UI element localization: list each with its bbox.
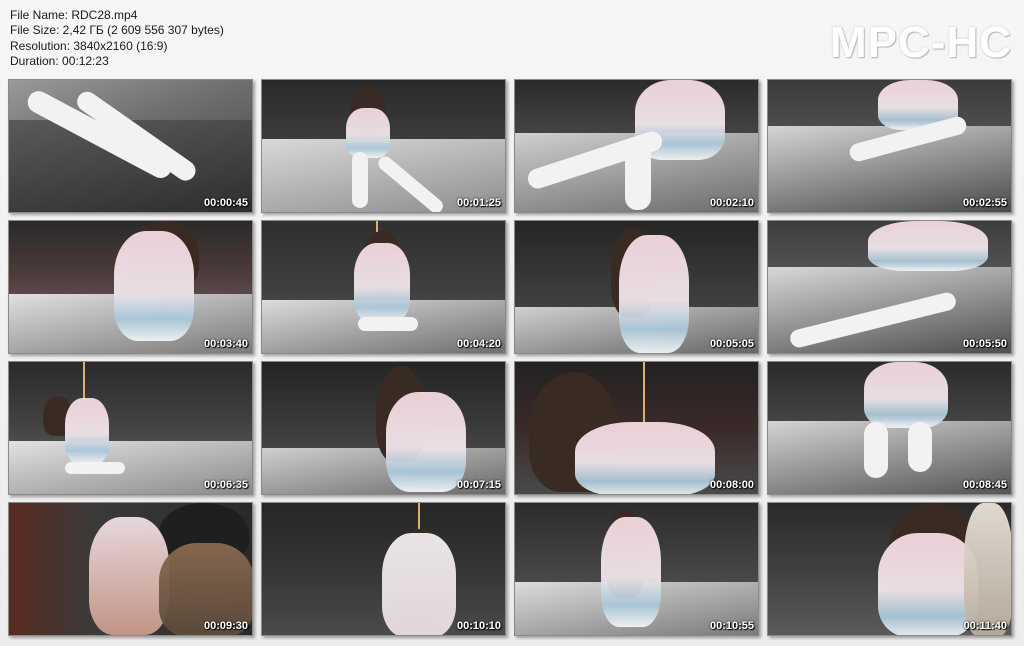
file-name: File Name: RDC28.mp4 bbox=[10, 8, 138, 22]
thumbnail-image bbox=[262, 362, 505, 494]
thumbnail[interactable]: 00:05:50 bbox=[767, 220, 1012, 354]
timestamp: 00:10:10 bbox=[456, 620, 501, 632]
thumbnail-image bbox=[515, 80, 758, 212]
thumbnail[interactable]: 00:03:40 bbox=[8, 220, 253, 354]
timestamp: 00:00:45 bbox=[203, 197, 248, 209]
thumbnail[interactable]: 00:05:05 bbox=[514, 220, 759, 354]
file-info: File Name: RDC28.mp4 File Size: 2,42 ГБ … bbox=[10, 8, 224, 70]
thumbnail[interactable]: 00:00:45 bbox=[8, 79, 253, 213]
thumbnail-grid: 00:00:45 00:01:25 00:02:10 00:02:55 00:0… bbox=[8, 79, 1012, 636]
timestamp: 00:08:45 bbox=[962, 479, 1007, 491]
thumbnail[interactable]: 00:07:15 bbox=[261, 361, 506, 495]
resolution: Resolution: 3840x2160 (16:9) bbox=[10, 38, 168, 53]
thumbnail[interactable]: 00:08:45 bbox=[767, 361, 1012, 495]
timestamp: 00:08:00 bbox=[709, 479, 754, 491]
timestamp: 00:04:20 bbox=[456, 338, 501, 350]
thumbnail-image bbox=[768, 362, 1011, 494]
thumbnail-image bbox=[515, 503, 758, 635]
thumbnail[interactable]: 00:10:10 bbox=[261, 502, 506, 636]
thumbnail-image bbox=[9, 221, 252, 353]
thumbnail[interactable]: 00:02:10 bbox=[514, 79, 759, 213]
timestamp: 00:05:50 bbox=[962, 338, 1007, 350]
timestamp: 00:10:55 bbox=[709, 620, 754, 632]
timestamp: 00:06:35 bbox=[203, 479, 248, 491]
timestamp: 00:02:55 bbox=[962, 197, 1007, 209]
thumbnail-image bbox=[9, 362, 252, 494]
timestamp: 00:11:40 bbox=[963, 620, 1007, 632]
thumbnail-image bbox=[768, 503, 1011, 635]
thumbnail-image bbox=[515, 362, 758, 494]
timestamp: 00:03:40 bbox=[203, 338, 248, 350]
thumbnail-image bbox=[9, 80, 252, 212]
timestamp: 00:01:25 bbox=[456, 197, 501, 209]
mpc-hc-logo: MPC-HC bbox=[830, 18, 1012, 67]
thumbnail-image bbox=[262, 503, 505, 635]
thumbnail-image bbox=[768, 80, 1011, 212]
thumbnail-image bbox=[262, 221, 505, 353]
timestamp: 00:02:10 bbox=[709, 197, 754, 209]
thumbnail[interactable]: 00:08:00 bbox=[514, 361, 759, 495]
file-size: File Size: 2,42 ГБ (2 609 556 307 bytes) bbox=[10, 23, 224, 38]
thumbnail[interactable]: 00:11:40 bbox=[767, 502, 1012, 636]
thumbnail[interactable]: 00:01:25 bbox=[261, 79, 506, 213]
thumbnail-image bbox=[9, 503, 252, 635]
thumbnail[interactable]: 00:06:35 bbox=[8, 361, 253, 495]
timestamp: 00:05:05 bbox=[709, 338, 754, 350]
thumbnail-image bbox=[515, 221, 758, 353]
thumbnail[interactable]: 00:04:20 bbox=[261, 220, 506, 354]
duration: Duration: 00:12:23 bbox=[10, 54, 109, 69]
thumbnail[interactable]: 00:10:55 bbox=[514, 502, 759, 636]
thumbnail-image bbox=[262, 80, 505, 212]
thumbnail[interactable]: 00:09:30 bbox=[8, 502, 253, 636]
thumbnail[interactable]: 00:02:55 bbox=[767, 79, 1012, 213]
thumbnail-image bbox=[768, 221, 1011, 353]
timestamp: 00:09:30 bbox=[203, 620, 248, 632]
timestamp: 00:07:15 bbox=[456, 479, 501, 491]
